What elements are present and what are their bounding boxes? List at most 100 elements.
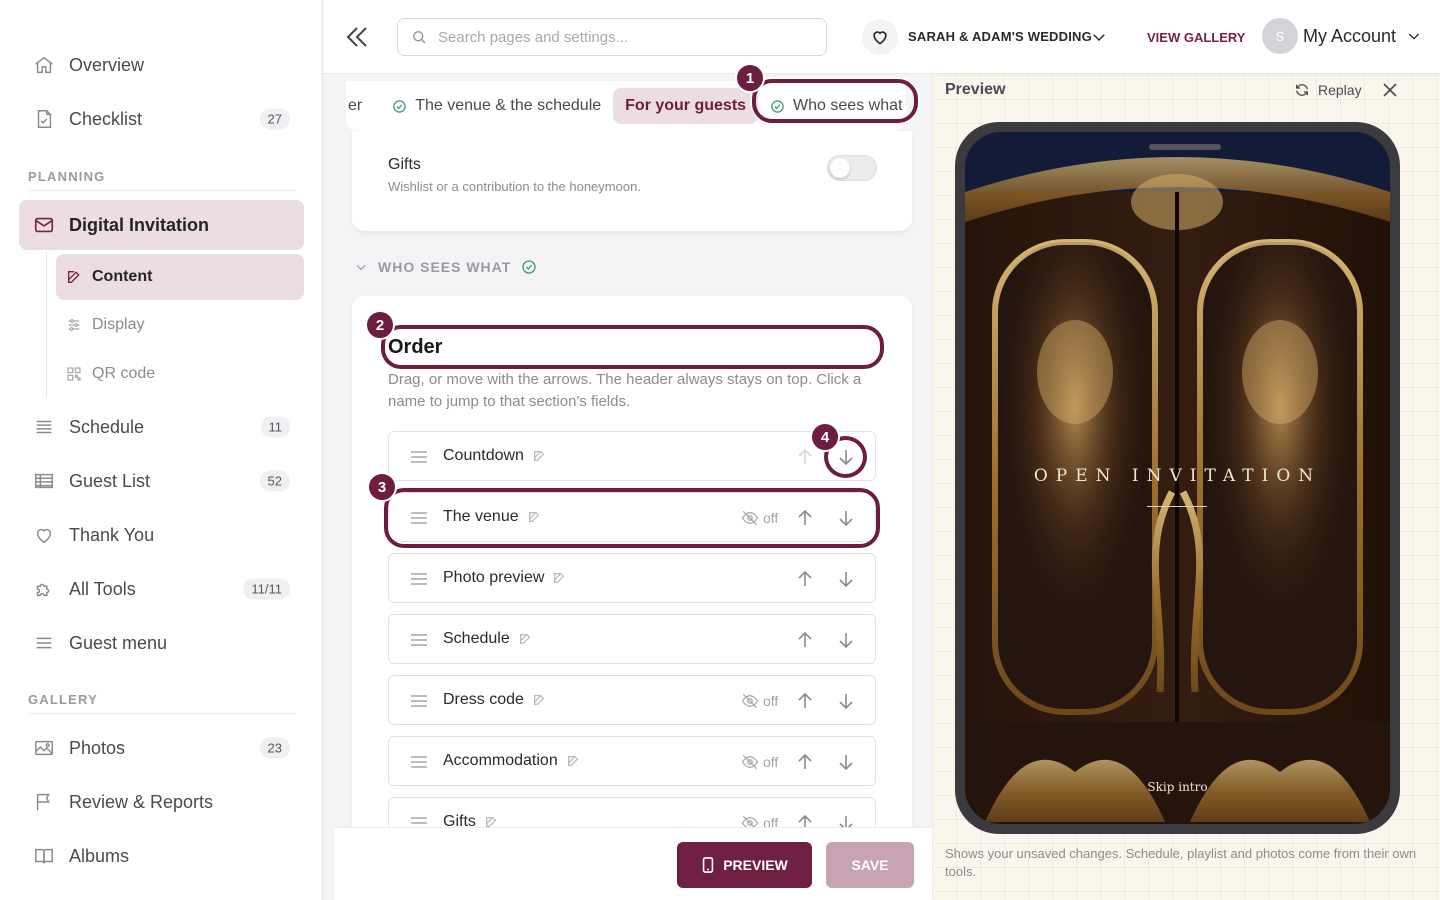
- count-badge: 11/11: [243, 578, 290, 600]
- drag-handle-icon[interactable]: [409, 753, 429, 771]
- sidebar-item-label: Thank You: [69, 524, 155, 545]
- order-row[interactable]: Countdown: [388, 431, 876, 481]
- chevron-down-icon[interactable]: [1090, 28, 1108, 46]
- sidebar-item-label: Guest List: [69, 470, 151, 491]
- arrow-down-icon[interactable]: [836, 569, 856, 589]
- row-name[interactable]: The venue: [443, 508, 541, 526]
- sidebar-item-label: Overview: [69, 54, 145, 75]
- search-input[interactable]: [438, 28, 798, 46]
- sidebar-item-review-reports[interactable]: Review & Reports: [19, 777, 304, 827]
- arrow-down-icon[interactable]: [836, 691, 856, 711]
- sidebar-item-photos[interactable]: Photos 23: [19, 723, 304, 773]
- heart-icon: [36, 528, 52, 544]
- close-icon[interactable]: [1382, 82, 1398, 98]
- eye-off-icon: [741, 510, 759, 526]
- check-circle-icon: [522, 260, 536, 274]
- arrow-up-icon[interactable]: [795, 508, 815, 528]
- sidebar-subitem-label: QR code: [92, 365, 156, 382]
- check-circle-icon: [771, 99, 784, 113]
- order-row[interactable]: Dress code off: [388, 675, 876, 725]
- hidden-indicator[interactable]: off: [741, 753, 778, 771]
- count-badge: 11: [260, 416, 290, 438]
- order-row[interactable]: Schedule: [388, 614, 876, 664]
- checklist-icon: [37, 110, 52, 128]
- section-title-gallery: GALLERY: [28, 692, 99, 707]
- view-gallery-link[interactable]: VIEW GALLERY: [1147, 30, 1245, 45]
- sidebar-subitem-display[interactable]: Display: [56, 302, 304, 348]
- edit-icon[interactable]: [552, 571, 566, 585]
- gifts-toggle[interactable]: [827, 155, 877, 181]
- avatar[interactable]: S: [1262, 18, 1298, 54]
- chevron-down-icon[interactable]: [1406, 28, 1422, 44]
- skip-intro-link[interactable]: Skip intro: [965, 780, 1390, 794]
- edit-icon[interactable]: [518, 632, 532, 646]
- sidebar-item-thank-you[interactable]: Thank You: [19, 510, 304, 560]
- sidebar-subitem-qr-code[interactable]: QR code: [56, 351, 304, 397]
- arrow-down-icon[interactable]: [836, 447, 856, 467]
- sidebar-item-guest-list[interactable]: Guest List 52: [19, 456, 304, 506]
- sidebar-item-checklist[interactable]: Checklist 27: [19, 94, 304, 144]
- arrow-down-icon[interactable]: [836, 752, 856, 772]
- save-button[interactable]: SAVE: [826, 842, 914, 888]
- sidebar-subitem-content[interactable]: Content: [56, 254, 304, 300]
- preview-button[interactable]: PREVIEW: [677, 842, 812, 888]
- drag-handle-icon[interactable]: [409, 631, 429, 649]
- count-badge: 27: [259, 108, 290, 130]
- home-icon: [35, 56, 53, 74]
- arrow-up-icon[interactable]: [795, 691, 815, 711]
- open-invitation-title[interactable]: OPEN INVITATION: [965, 466, 1390, 486]
- drag-handle-icon[interactable]: [409, 570, 429, 588]
- who-sees-what-header[interactable]: WHO SEES WHAT: [354, 259, 537, 275]
- row-name-label: Dress code: [443, 691, 524, 708]
- tab-previous[interactable]: er: [346, 88, 380, 124]
- top-bar: SARAH & ADAM'S WEDDING VIEW GALLERY S My…: [324, 0, 1440, 74]
- hidden-indicator[interactable]: off: [741, 692, 778, 710]
- order-row[interactable]: The venue off: [388, 492, 876, 542]
- edit-icon[interactable]: [532, 693, 546, 707]
- order-title: Order: [388, 336, 443, 358]
- preview-note: Shows your unsaved changes. Schedule, pl…: [945, 846, 1417, 879]
- row-name[interactable]: Countdown: [443, 447, 546, 465]
- arrow-up-icon[interactable]: [795, 630, 815, 650]
- arrow-up-icon[interactable]: [795, 447, 815, 467]
- sidebar-item-schedule[interactable]: Schedule 11: [19, 402, 304, 452]
- tab-who-sees-what[interactable]: Who sees what: [758, 88, 914, 124]
- replay-button[interactable]: Replay: [1294, 82, 1362, 98]
- replay-label: Replay: [1318, 82, 1362, 98]
- row-name[interactable]: Dress code: [443, 691, 546, 709]
- edit-icon[interactable]: [532, 449, 546, 463]
- phone-icon: [702, 857, 714, 873]
- count-badge: 52: [259, 470, 290, 492]
- chevron-down-icon: [356, 264, 366, 271]
- row-name[interactable]: Photo preview: [443, 569, 566, 587]
- event-heart-button[interactable]: [862, 19, 898, 55]
- row-name[interactable]: Accommodation: [443, 752, 580, 770]
- arrow-up-icon[interactable]: [795, 752, 815, 772]
- drag-handle-icon[interactable]: [409, 509, 429, 527]
- sidebar-item-overview[interactable]: Overview: [19, 40, 304, 90]
- arrow-down-icon[interactable]: [836, 630, 856, 650]
- hidden-indicator[interactable]: off: [741, 509, 778, 527]
- collapse-sidebar-icon[interactable]: [344, 22, 370, 52]
- account-menu[interactable]: My Account: [1303, 26, 1396, 47]
- edit-icon[interactable]: [527, 510, 541, 524]
- invitation-screen[interactable]: OPEN INVITATION Skip intro: [965, 132, 1390, 824]
- edit-icon[interactable]: [566, 754, 580, 768]
- drag-handle-icon[interactable]: [409, 692, 429, 710]
- row-name-label: Schedule: [443, 630, 510, 647]
- event-selector[interactable]: SARAH & ADAM'S WEDDING: [908, 29, 1092, 44]
- tab-venue-schedule[interactable]: The venue & the schedule: [380, 88, 613, 124]
- arrow-up-icon[interactable]: [795, 569, 815, 589]
- order-row[interactable]: Photo preview: [388, 553, 876, 603]
- sidebar-item-label: Digital Invitation: [69, 214, 210, 235]
- tab-for-your-guests[interactable]: For your guests: [613, 88, 759, 124]
- row-name-label: Photo preview: [443, 569, 545, 586]
- row-name[interactable]: Schedule: [443, 630, 532, 648]
- sidebar-item-digital-invitation[interactable]: Digital Invitation: [19, 200, 304, 250]
- sidebar-item-all-tools[interactable]: All Tools 11/11: [19, 564, 304, 614]
- arrow-down-icon[interactable]: [836, 508, 856, 528]
- sidebar-item-albums[interactable]: Albums: [19, 831, 304, 881]
- drag-handle-icon[interactable]: [409, 448, 429, 466]
- sidebar-item-guest-menu[interactable]: Guest menu: [19, 618, 304, 668]
- order-row[interactable]: Accommodation off: [388, 736, 876, 786]
